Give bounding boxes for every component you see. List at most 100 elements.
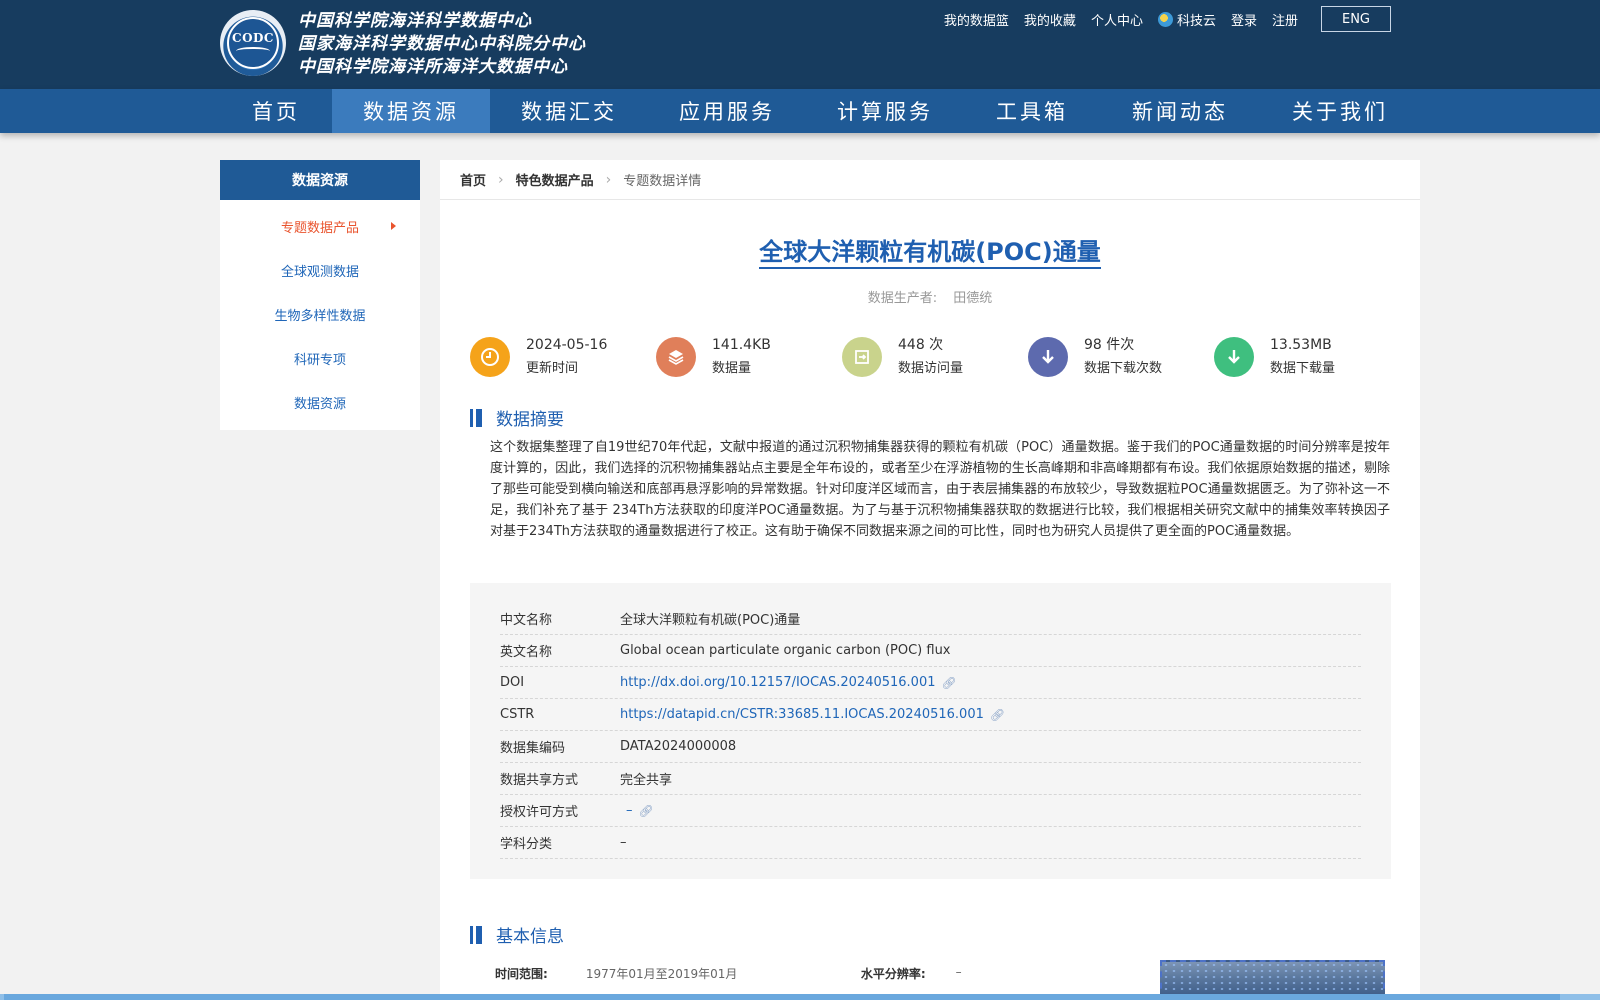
meta-key: 授权许可方式 xyxy=(500,805,579,820)
personal-center-link[interactable]: 个人中心 xyxy=(1091,10,1143,29)
nav-home[interactable]: 首页 xyxy=(220,89,332,133)
sidebar-item-data-resources[interactable]: 数据资源 xyxy=(220,380,420,424)
my-favorites-link[interactable]: 我的收藏 xyxy=(1024,10,1076,29)
download-icon xyxy=(1028,337,1068,377)
org-name-line: 中国科学院海洋所海洋大数据中心 xyxy=(298,57,568,77)
nav-news[interactable]: 新闻动态 xyxy=(1100,89,1260,133)
stat-value: 141.4KB xyxy=(712,337,771,353)
chevron-right-icon: › xyxy=(605,171,612,188)
nav-application-services[interactable]: 应用服务 xyxy=(648,89,806,133)
nav-about-us[interactable]: 关于我们 xyxy=(1260,89,1420,133)
stat-value: 98 件次 xyxy=(1084,337,1135,353)
caret-right-icon xyxy=(391,222,396,230)
resolution-value: – xyxy=(955,965,962,979)
table-row: 英文名称 Global ocean particulate organic ca… xyxy=(500,635,1361,667)
section-title: 数据摘要 xyxy=(496,410,564,430)
stat-label: 数据访问量 xyxy=(898,361,964,376)
resolution-label: 水平分辨率: xyxy=(860,967,926,981)
clock-icon xyxy=(470,337,510,377)
license-link[interactable]: – xyxy=(626,803,633,818)
layers-icon xyxy=(656,337,696,377)
doi-link[interactable]: http://dx.doi.org/10.12157/IOCAS.2024051… xyxy=(620,675,936,690)
org-name-line: 中国科学院海洋科学数据中心 xyxy=(298,11,532,31)
breadcrumb-current: 专题数据详情 xyxy=(623,174,702,189)
map-dots xyxy=(1162,962,1383,998)
science-cloud-link[interactable]: 科技云 xyxy=(1157,10,1216,29)
sidebar: 数据资源 专题数据产品 全球观测数据 生物多样性数据 科研专项 数据资源 xyxy=(220,160,420,430)
section-marker-icon xyxy=(470,408,482,427)
sidebar-item-biodiversity[interactable]: 生物多样性数据 xyxy=(220,292,420,336)
my-data-basket-link[interactable]: 我的数据篮 xyxy=(944,10,1009,29)
dataset-abstract: 这个数据集整理了自19世纪70年代起，文献中报道的通过沉积物捕集器获得的颗粒有机… xyxy=(490,440,1390,539)
link-icon[interactable]: 🔗︎ xyxy=(639,804,654,818)
top-links: 我的数据篮 我的收藏 个人中心 科技云 登录 注册 ENG xyxy=(944,6,1391,32)
breadcrumb-featured-products[interactable]: 特色数据产品 xyxy=(516,170,594,189)
chevron-right-icon: › xyxy=(498,171,504,188)
link-icon[interactable]: 🔗︎ xyxy=(942,676,957,690)
enter-icon xyxy=(842,337,882,377)
stat-visits: 448 次 数据访问量 xyxy=(842,335,1028,379)
scrollbar-thumb[interactable] xyxy=(4,994,1560,1000)
meta-value: Global ocean particulate organic carbon … xyxy=(620,643,951,658)
main-content: 首页 › 特色数据产品 › 专题数据详情 全球大洋颗粒有机碳(POC)通量 数据… xyxy=(440,160,1420,1000)
producer-name: 田德统 xyxy=(953,291,993,306)
logo-wave-icon xyxy=(236,47,270,55)
meta-key: 英文名称 xyxy=(500,645,553,660)
dataset-producer: 数据生产者: 田德统 xyxy=(440,287,1420,306)
nav-data-submission[interactable]: 数据汇交 xyxy=(490,89,648,133)
nav-computing-services[interactable]: 计算服务 xyxy=(806,89,964,133)
meta-value: 完全共享 xyxy=(620,773,673,788)
meta-value: DATA2024000008 xyxy=(620,739,737,754)
organization-names: 中国科学院海洋科学数据中心 国家海洋科学数据中心中科院分中心 中国科学院海洋所海… xyxy=(298,10,586,79)
download-icon xyxy=(1214,337,1254,377)
sidebar-item-research-projects[interactable]: 科研专项 xyxy=(220,336,420,380)
breadcrumb-home[interactable]: 首页 xyxy=(460,170,486,189)
stat-value: 448 次 xyxy=(898,337,944,353)
login-link[interactable]: 登录 xyxy=(1231,10,1257,29)
stat-value: 2024-05-16 xyxy=(526,337,608,353)
sidebar-item-thematic-products[interactable]: 专题数据产品 xyxy=(220,204,420,248)
org-name-line: 国家海洋科学数据中心中科院分中心 xyxy=(298,34,586,54)
table-row: 学科分类 – xyxy=(500,827,1361,859)
section-title: 基本信息 xyxy=(496,927,564,947)
top-header: CODC 中国科学院海洋科学数据中心 国家海洋科学数据中心中科院分中心 中国科学… xyxy=(0,0,1600,89)
stat-data-size: 141.4KB 数据量 xyxy=(656,335,842,379)
time-range-value: 1977年01月至2019年01月 xyxy=(585,967,738,981)
basic-info-section-header: 基本信息 xyxy=(470,922,564,947)
metadata-table: 中文名称 全球大洋颗粒有机碳(POC)通量 英文名称 Global ocean … xyxy=(470,583,1391,879)
stat-update-time: 2024-05-16 更新时间 xyxy=(470,335,656,379)
time-range-label: 时间范围: xyxy=(495,967,548,981)
stat-download-volume: 13.53MB 数据下载量 xyxy=(1214,335,1400,379)
meta-key: CSTR xyxy=(500,707,535,722)
meta-key: 学科分类 xyxy=(500,837,553,852)
globe-icon xyxy=(1157,11,1173,27)
cstr-link[interactable]: https://datapid.cn/CSTR:33685.11.IOCAS.2… xyxy=(620,707,984,722)
meta-value: – xyxy=(620,835,627,850)
sidebar-item-global-observation[interactable]: 全球观测数据 xyxy=(220,248,420,292)
logo-text: CODC xyxy=(232,31,274,45)
breadcrumb: 首页 › 特色数据产品 › 专题数据详情 xyxy=(440,160,1420,200)
main-nav: 首页 数据资源 数据汇交 应用服务 计算服务 工具箱 新闻动态 关于我们 xyxy=(0,89,1600,133)
stat-download-count: 98 件次 数据下载次数 xyxy=(1028,335,1214,379)
meta-key: 数据集编码 xyxy=(500,741,566,756)
stat-label: 数据下载次数 xyxy=(1084,361,1163,376)
table-row: DOI http://dx.doi.org/10.12157/IOCAS.202… xyxy=(500,667,1361,699)
link-icon[interactable]: 🔗︎ xyxy=(990,708,1005,722)
table-row: 数据集编码 DATA2024000008 xyxy=(500,731,1361,763)
table-row: 数据共享方式 完全共享 xyxy=(500,763,1361,795)
horizontal-scrollbar[interactable] xyxy=(0,994,1600,1000)
table-row: 中文名称 全球大洋颗粒有机碳(POC)通量 xyxy=(500,603,1361,635)
producer-label: 数据生产者: xyxy=(867,291,938,306)
dataset-title-wrap: 全球大洋颗粒有机碳(POC)通量 xyxy=(440,232,1420,269)
language-switch-button[interactable]: ENG xyxy=(1321,6,1391,32)
table-row: 授权许可方式 – 🔗︎ xyxy=(500,795,1361,827)
stat-label: 数据量 xyxy=(712,361,752,376)
register-link[interactable]: 注册 xyxy=(1272,10,1298,29)
logo-emblem: CODC xyxy=(227,17,279,69)
meta-key: DOI xyxy=(500,675,525,690)
codc-logo[interactable]: CODC xyxy=(220,10,286,76)
nav-data-resources[interactable]: 数据资源 xyxy=(332,89,490,133)
sidebar-item-label: 专题数据产品 xyxy=(280,220,359,236)
section-marker-icon xyxy=(470,925,482,944)
nav-toolbox[interactable]: 工具箱 xyxy=(964,89,1100,133)
